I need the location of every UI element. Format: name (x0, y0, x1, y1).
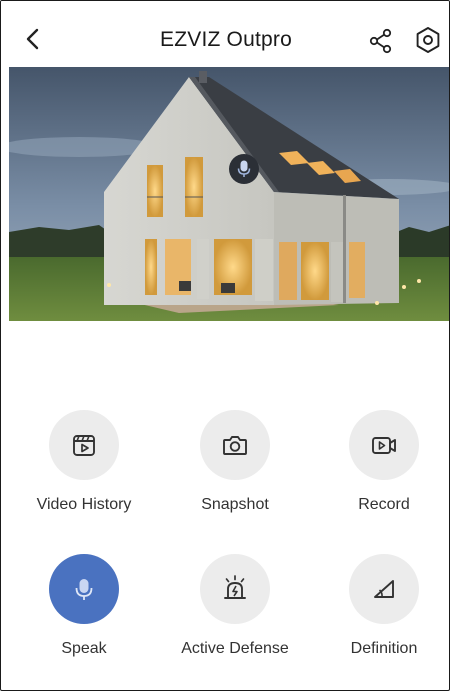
record-button[interactable]: Record (309, 410, 449, 514)
live-camera-view[interactable] (9, 67, 449, 321)
snapshot-button[interactable]: Snapshot (160, 410, 310, 514)
speak-circle[interactable] (49, 554, 119, 624)
video-history-icon (73, 435, 95, 456)
definition-label: Definition (350, 640, 418, 657)
microphone-icon (75, 579, 93, 600)
snapshot-label: Snapshot (201, 496, 269, 513)
active-defense-circle[interactable] (200, 554, 270, 624)
share-button[interactable] (367, 27, 395, 55)
app-frame: EZVIZ Outpro Video History Snapshot Reco… (0, 0, 450, 691)
settings-button[interactable] (413, 25, 443, 55)
video-history-circle[interactable] (49, 410, 119, 480)
siren-icon (224, 575, 246, 599)
record-video-icon (372, 437, 396, 454)
speak-label: Speak (61, 640, 107, 657)
speak-button[interactable]: Speak (9, 554, 159, 658)
live-mic-indicator (229, 154, 259, 184)
top-bar: EZVIZ Outpro (1, 1, 449, 67)
definition-icon (374, 580, 394, 598)
record-label: Record (358, 496, 410, 513)
active-defense-button[interactable]: Active Defense (160, 554, 310, 658)
control-panel: Video History Snapshot Record Speak Acti… (1, 321, 449, 690)
record-circle[interactable] (349, 410, 419, 480)
active-defense-label: Active Defense (181, 640, 289, 657)
microphone-icon (237, 160, 251, 177)
video-history-button[interactable]: Video History (9, 410, 159, 514)
definition-button[interactable]: Definition (309, 554, 449, 658)
definition-circle[interactable] (349, 554, 419, 624)
settings-hexagon-icon (416, 27, 440, 53)
snapshot-circle[interactable] (200, 410, 270, 480)
share-icon (369, 28, 392, 54)
camera-icon (223, 436, 247, 455)
camera-feed-image (9, 67, 449, 321)
video-history-label: Video History (36, 496, 132, 513)
